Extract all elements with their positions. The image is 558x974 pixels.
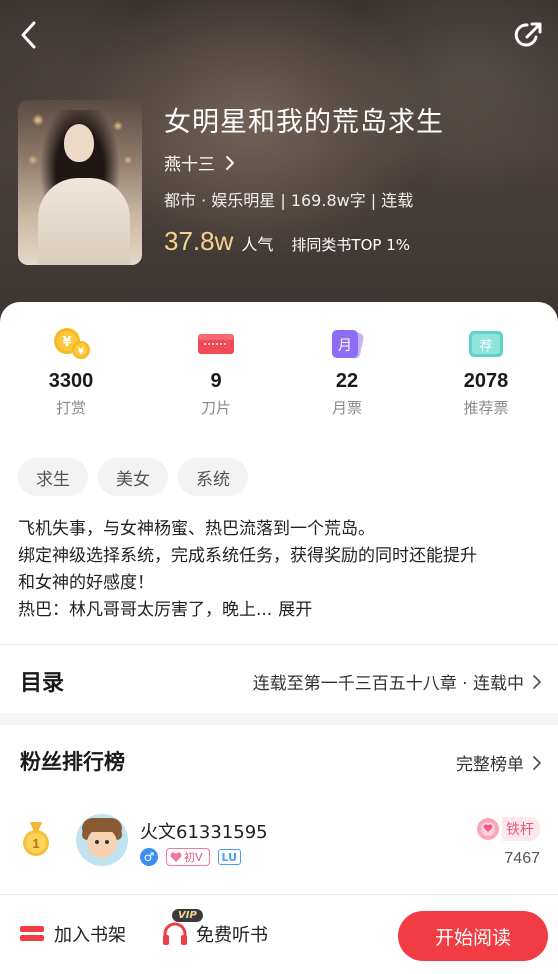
full-ranking-label: 完整榜单	[456, 755, 524, 775]
user-level-badge: LU	[217, 849, 242, 865]
share-button[interactable]	[512, 18, 546, 52]
popularity-row: 37.8w 人气 排同类书TOP 1%	[164, 226, 410, 257]
tag-chip[interactable]: 美女	[98, 458, 168, 496]
monthly-icon-text: 月	[338, 338, 352, 354]
full-ranking-link[interactable]: 完整榜单	[456, 750, 542, 775]
author-name: 燕十三	[164, 155, 215, 175]
fan-title-badge: 铁杆	[476, 816, 540, 842]
vip-level-badge: 初V	[166, 848, 210, 866]
medal-rank: 1	[32, 836, 39, 851]
share-icon	[514, 22, 542, 47]
stat-blade[interactable]: 9 刀片	[156, 324, 276, 418]
male-symbol: ♂	[143, 850, 155, 864]
fan-name: 火文61331595	[140, 822, 268, 843]
description-line: 绑定神级选择系统，完成系统任务，获得奖励的同时还能提升	[18, 546, 477, 566]
stat-value: 3300	[48, 370, 94, 392]
stat-label: 打赏	[55, 399, 86, 417]
start-reading-button[interactable]: 开始阅读	[398, 911, 548, 961]
monthly-ticket-icon: 月	[332, 329, 364, 359]
blade-icon	[198, 334, 234, 354]
book-meta: 都市 · 娱乐明星 | 169.8w字 | 连载	[164, 191, 414, 210]
recommend-icon-text: 荐	[479, 339, 492, 354]
tag-chip[interactable]: 求生	[18, 458, 88, 496]
svg-text:¥: ¥	[78, 347, 85, 357]
bookshelf-icon	[20, 926, 44, 941]
rank-text: 排同类书TOP 1%	[291, 236, 410, 254]
author-link[interactable]: 燕十三	[164, 150, 235, 175]
gold-medal-icon: 1	[23, 822, 49, 856]
stat-value: 2078	[463, 370, 509, 392]
stat-recommend-ticket[interactable]: 荐 2078 推荐票	[426, 324, 546, 418]
popularity-label: 人气	[241, 235, 274, 254]
free-listen-label: 免费听书	[196, 925, 268, 946]
male-icon: ♂	[140, 848, 158, 866]
fan-title-text: 铁杆	[502, 817, 540, 841]
book-cover[interactable]	[18, 100, 142, 265]
description-line-last: 热巴：林凡哥哥太厉害了，晚上... 展开	[18, 597, 540, 624]
toc-title: 目录	[20, 671, 65, 696]
fans-ranking-title: 粉丝排行榜	[20, 750, 125, 774]
section-separator	[0, 713, 558, 725]
tag-chip[interactable]: 系统	[178, 458, 248, 496]
description-line: 和女神的好感度！	[18, 573, 154, 593]
chevron-right-icon	[226, 155, 234, 170]
stat-label: 月票	[331, 399, 362, 417]
stat-value: 22	[335, 370, 359, 392]
chevron-right-icon	[533, 674, 541, 689]
table-of-contents-row[interactable]: 目录 连载至第一千三百五十八章 · 连载中	[0, 645, 558, 713]
add-to-shelf-button[interactable]: 加入书架	[20, 921, 126, 947]
recommend-ticket-icon: 荐	[469, 331, 503, 357]
fan-score: 7467	[504, 850, 540, 867]
svg-text:¥: ¥	[62, 335, 71, 350]
back-button[interactable]	[12, 18, 46, 52]
tag-list: 求生 美女 系统	[18, 458, 248, 496]
stat-monthly-ticket[interactable]: 月 22 月票	[287, 324, 407, 418]
free-listen-button[interactable]: 免费听书	[162, 921, 268, 947]
flower-icon	[477, 818, 499, 840]
avatar[interactable]	[76, 814, 128, 866]
stat-reward[interactable]: ¥ ¥ 3300 打赏	[11, 324, 131, 418]
popularity-value: 37.8w	[164, 226, 234, 256]
book-header: 女明星和我的荒岛求生 燕十三 都市 · 娱乐明星 | 169.8w字 | 连载 …	[0, 0, 558, 330]
book-description[interactable]: 飞机失事，与女神杨蜜、热巴流落到一个荒岛。 绑定神级选择系统，完成系统任务，获得…	[18, 516, 540, 624]
description-line: 热巴：林凡哥哥太厉害了，晚上...	[18, 600, 273, 620]
expand-button[interactable]: 展开	[278, 600, 312, 620]
headphones-icon	[163, 922, 187, 945]
fan-badges: ♂ 初V LU	[140, 848, 242, 866]
add-to-shelf-label: 加入书架	[54, 925, 126, 946]
description-line: 飞机失事，与女神杨蜜、热巴流落到一个荒岛。	[18, 519, 375, 539]
chevron-left-icon	[21, 21, 36, 49]
stat-value: 9	[210, 370, 222, 392]
book-title: 女明星和我的荒岛求生	[164, 107, 444, 138]
book-detail-card: ¥ ¥ 3300 打赏 9 刀片 月 22 月票 荐 2078 推荐票 求生 美…	[0, 302, 558, 974]
toc-status: 连载至第一千三百五十八章 · 连载中	[253, 669, 542, 694]
stat-label: 刀片	[200, 399, 231, 417]
coin-icon: ¥ ¥	[54, 328, 90, 359]
stats-row: ¥ ¥ 3300 打赏 9 刀片 月 22 月票 荐 2078 推荐票	[0, 324, 558, 424]
chevron-right-icon	[533, 755, 541, 770]
stat-label: 推荐票	[463, 399, 509, 417]
fan-ranking-row[interactable]: 1 火文61331595 ♂ 初V LU 铁杆 7467	[0, 808, 558, 878]
toc-status-text: 连载至第一千三百五十八章 · 连载中	[252, 674, 524, 694]
vip-level-text: 初V	[184, 851, 203, 864]
bottom-action-bar: 加入书架 VIP 免费听书 开始阅读	[0, 894, 558, 974]
heart-icon	[170, 851, 182, 862]
